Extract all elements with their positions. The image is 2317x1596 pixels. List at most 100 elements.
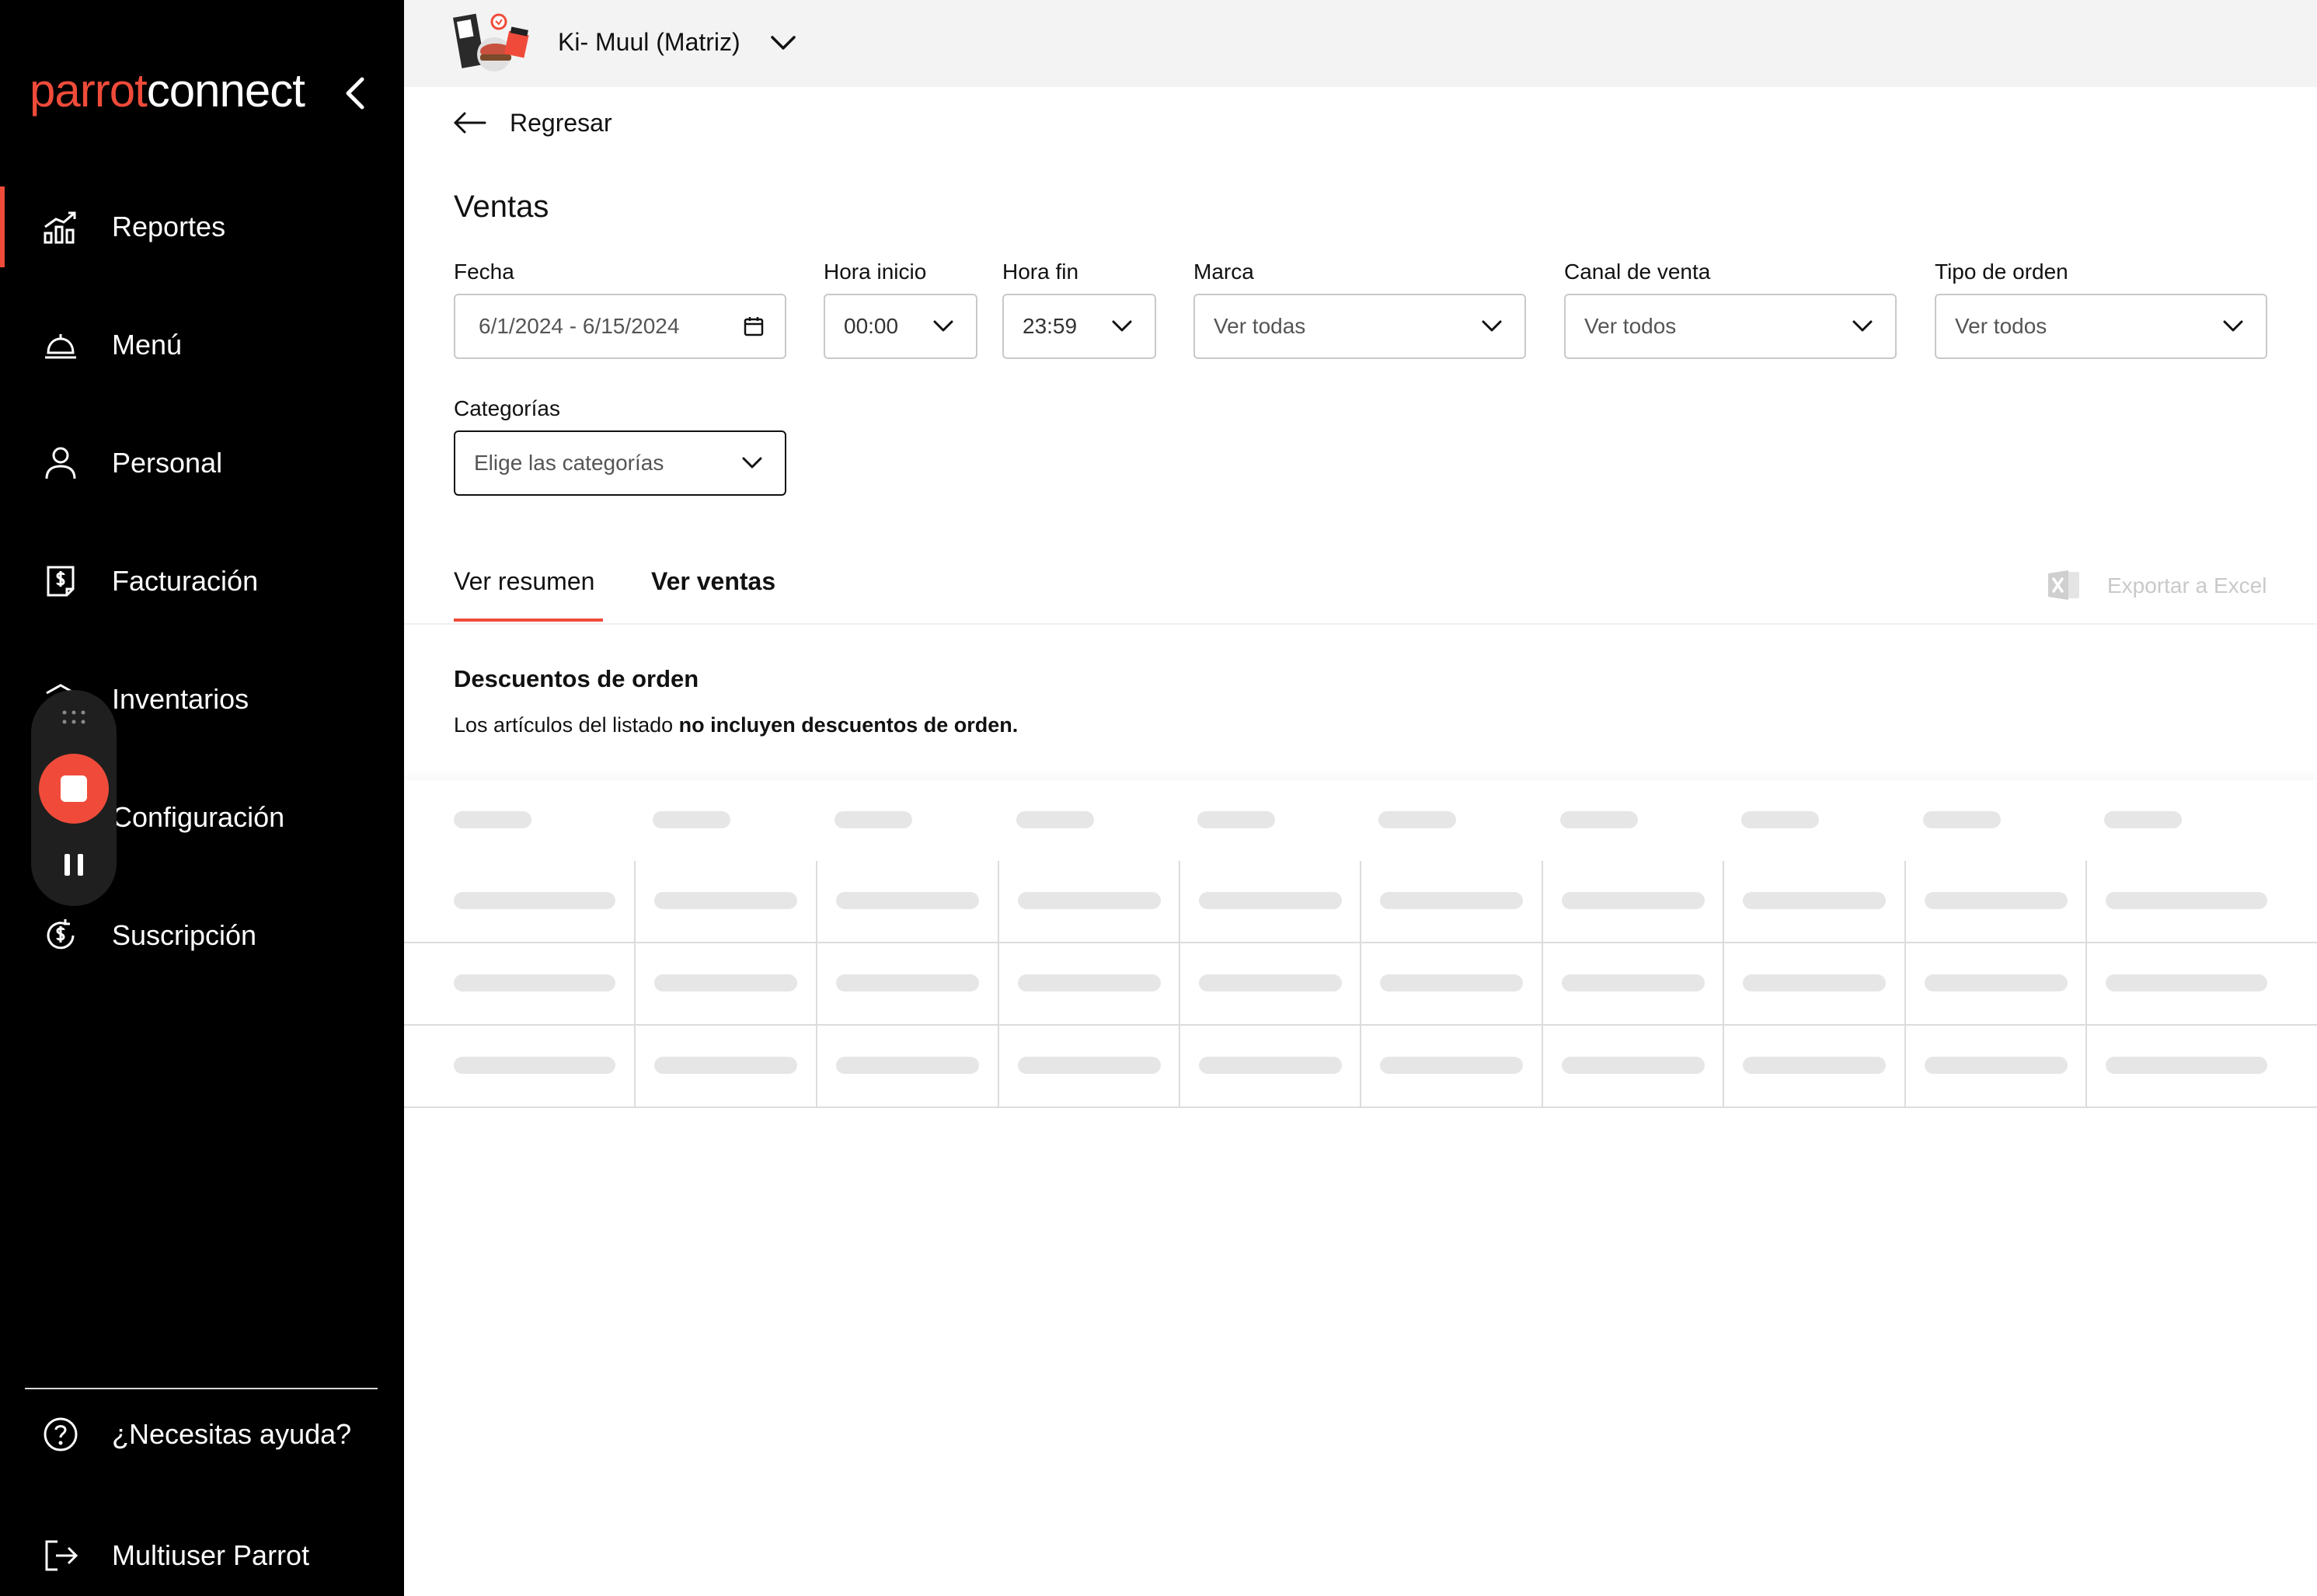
sidebar-item-facturacion[interactable]: Facturación xyxy=(0,541,404,622)
canal-value: Ver todos xyxy=(1584,314,1677,338)
sidebar-item-suscripcion[interactable]: Suscripción xyxy=(0,895,404,976)
store-selector-label[interactable]: Ki- Muul (Matriz) xyxy=(558,28,740,57)
skeleton-bar xyxy=(654,1057,797,1074)
canal-select[interactable]: Ver todos xyxy=(1564,294,1897,359)
pause-icon[interactable] xyxy=(62,852,85,878)
skeleton-bar xyxy=(1380,1057,1523,1074)
sidebar-item-label: Inventarios xyxy=(112,683,249,715)
notice-text: Los artículos del listado xyxy=(454,713,679,737)
chevron-down-icon xyxy=(1112,320,1132,332)
skeleton-bar xyxy=(1018,1057,1161,1074)
canal-label: Canal de venta xyxy=(1564,260,1711,284)
tab-ver-ventas[interactable]: Ver ventas xyxy=(651,567,775,596)
column-divider xyxy=(816,861,817,1108)
sidebar-item-label: Configuración xyxy=(112,801,285,833)
help-label: ¿Necesitas ayuda? xyxy=(112,1418,352,1450)
skeleton-bar xyxy=(1925,1057,2068,1074)
excel-icon xyxy=(2048,570,2079,600)
skeleton-bar xyxy=(454,1057,615,1074)
sidebar-item-reportes[interactable]: Reportes xyxy=(0,186,404,267)
export-excel-button[interactable]: Exportar a Excel xyxy=(2047,567,2266,603)
skeleton-bar xyxy=(836,892,979,909)
skeleton-bar xyxy=(454,974,615,991)
skeleton-bar xyxy=(1925,892,2068,909)
sidebar-item-label: Facturación xyxy=(112,565,259,597)
skeleton-bar xyxy=(1562,974,1705,991)
skeleton-bar xyxy=(834,811,912,828)
sidebar-item-personal[interactable]: Personal xyxy=(0,423,404,504)
chevron-down-icon xyxy=(742,457,762,469)
column-divider xyxy=(634,861,636,1108)
marca-select[interactable]: Ver todas xyxy=(1193,294,1526,359)
skeleton-bar xyxy=(1197,811,1275,828)
hora-inicio-select[interactable]: 00:00 xyxy=(824,294,977,359)
user-logout[interactable]: Multiuser Parrot xyxy=(0,1515,404,1596)
chevron-down-icon xyxy=(1482,320,1502,332)
skeleton-bar xyxy=(2106,974,2267,991)
sidebar-item-menu[interactable]: Menú xyxy=(0,305,404,385)
drag-handle-icon[interactable] xyxy=(61,709,87,726)
skeleton-bar xyxy=(654,892,797,909)
skeleton-bar xyxy=(454,811,531,828)
chevron-down-icon[interactable] xyxy=(769,33,797,51)
categorias-select[interactable]: Elige las categorías xyxy=(454,430,786,496)
logo-part-parrot: parrot xyxy=(30,64,148,117)
column-divider xyxy=(1542,861,1543,1108)
logo-part-connect: connect xyxy=(146,64,305,117)
skeleton-bar xyxy=(454,892,615,909)
skeleton-bar xyxy=(1199,1057,1342,1074)
back-label: Regresar xyxy=(510,109,612,137)
column-divider xyxy=(1179,861,1180,1108)
hora-inicio-value: 00:00 xyxy=(844,314,899,338)
skeleton-bar xyxy=(1743,1057,1886,1074)
section-title: Descuentos de orden xyxy=(454,665,699,692)
skeleton-bar xyxy=(1562,1057,1705,1074)
chevron-down-icon xyxy=(933,320,953,332)
subscription-icon xyxy=(47,919,75,950)
skeleton-bar xyxy=(1016,811,1094,828)
sidebar: parrot connect Reportes Menú Personal Fac… xyxy=(0,0,404,1596)
hora-fin-label: Hora fin xyxy=(1002,260,1079,284)
back-button[interactable]: Regresar xyxy=(452,109,612,137)
screen-recorder-widget[interactable] xyxy=(31,690,117,906)
invoice-icon xyxy=(47,566,75,597)
column-divider xyxy=(1904,861,1906,1108)
column-divider xyxy=(1723,861,1724,1108)
chevron-down-icon xyxy=(2223,320,2243,332)
marca-label: Marca xyxy=(1193,260,1254,284)
sidebar-item-label: Menú xyxy=(112,329,183,361)
stop-recording-button[interactable] xyxy=(39,754,109,824)
tipo-orden-select[interactable]: Ver todos xyxy=(1935,294,2267,359)
hora-fin-select[interactable]: 23:59 xyxy=(1002,294,1156,359)
chevron-left-icon[interactable] xyxy=(340,75,371,112)
skeleton-bar xyxy=(2106,892,2267,909)
skeleton-bar xyxy=(1743,974,1886,991)
hora-fin-value: 23:59 xyxy=(1023,314,1078,338)
fecha-label: Fecha xyxy=(454,260,514,284)
help-icon xyxy=(44,1417,78,1451)
skeleton-bar xyxy=(1925,974,2068,991)
tipo-label: Tipo de orden xyxy=(1935,260,2068,284)
skeleton-bar xyxy=(836,974,979,991)
column-divider xyxy=(1360,861,1361,1108)
skeleton-bar xyxy=(1199,974,1342,991)
chart-icon xyxy=(44,211,76,244)
skeleton-bar xyxy=(836,1057,979,1074)
store-logo-icon xyxy=(453,13,529,71)
column-divider xyxy=(998,861,999,1108)
tab-ver-resumen[interactable]: Ver resumen xyxy=(454,567,594,596)
skeleton-bar xyxy=(654,974,797,991)
calendar-icon xyxy=(744,317,764,336)
brand-logo[interactable]: parrot connect xyxy=(30,64,305,117)
user-label: Multiuser Parrot xyxy=(112,1539,310,1571)
notice-bold-text: no incluyen descuentos de orden. xyxy=(678,713,1019,737)
skeleton-bar xyxy=(1562,892,1705,909)
export-label: Exportar a Excel xyxy=(2107,573,2267,598)
skeleton-bar xyxy=(653,811,730,828)
person-icon xyxy=(45,447,76,479)
skeleton-bar xyxy=(1380,974,1523,991)
table-header-skeleton xyxy=(404,780,2317,861)
logout-icon xyxy=(45,1540,78,1571)
help-link[interactable]: ¿Necesitas ayuda? xyxy=(0,1394,404,1475)
date-range-picker[interactable]: 6/1/2024 - 6/15/2024 xyxy=(454,294,786,359)
